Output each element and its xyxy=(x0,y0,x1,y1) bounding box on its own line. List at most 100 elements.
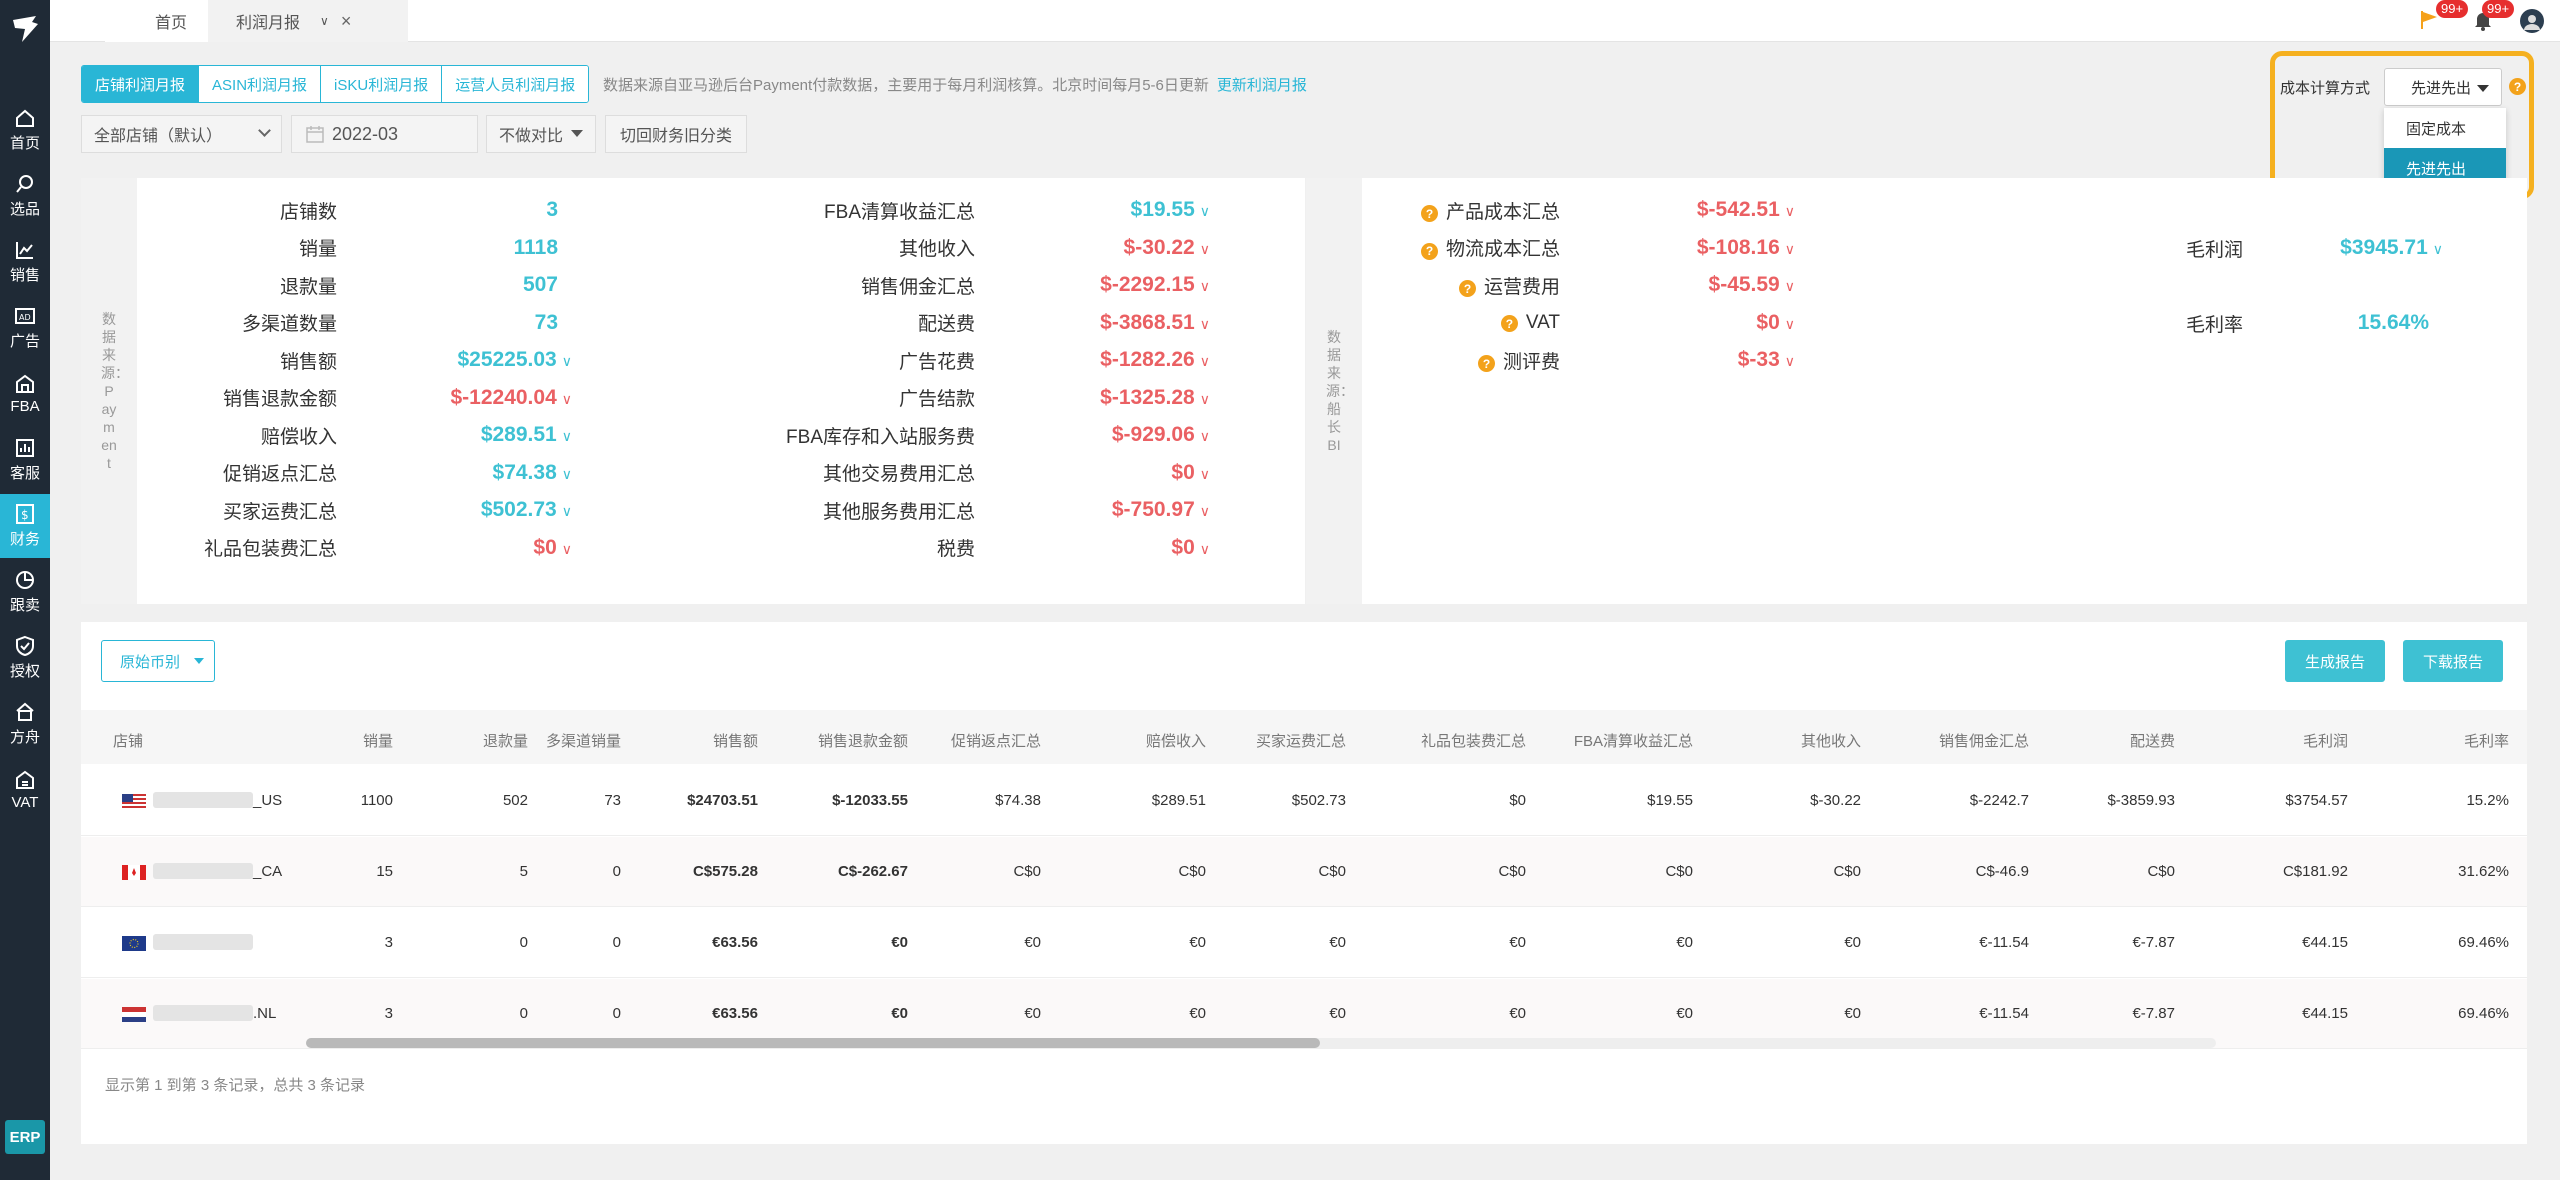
flag-nl-icon xyxy=(122,1007,146,1022)
table-cell: $289.51 xyxy=(1151,792,1206,809)
table-cell: 3 xyxy=(384,934,393,951)
shop-name-suffix: .NL xyxy=(253,1005,277,1022)
caret-down-icon xyxy=(2477,85,2489,92)
report-tab-2[interactable]: ASIN利润月报 xyxy=(199,66,322,102)
table-cell: €63.56 xyxy=(712,1005,758,1022)
generate-report-button[interactable]: 生成报告 xyxy=(2285,640,2385,682)
download-report-button[interactable]: 下载报告 xyxy=(2403,640,2503,682)
compare-select-value: 不做对比 xyxy=(499,128,564,145)
sidebar-item-vat[interactable]: VAT xyxy=(0,758,50,822)
option-fixed-cost[interactable]: 固定成本 xyxy=(2384,108,2506,148)
table-cell: $-30.22 xyxy=(1810,792,1861,809)
column-header[interactable]: 促销返点汇总 xyxy=(951,730,1041,751)
table-cell: $74.38 xyxy=(995,792,1041,809)
currency-select[interactable]: 原始币别 xyxy=(101,640,215,682)
update-report-link[interactable]: 更新利润月报 xyxy=(1217,77,1307,94)
erp-button[interactable]: ERP xyxy=(5,1120,45,1154)
month-picker[interactable]: 2022-03 xyxy=(291,115,478,153)
chevron-down-icon xyxy=(258,124,271,137)
close-icon[interactable]: × xyxy=(341,11,352,32)
chevron-down-icon[interactable]: ∨ xyxy=(1200,428,1210,444)
hint-text: 数据来源自亚马逊后台Payment付款数据，主要用于每月利润核算。北京时间每月5… xyxy=(603,77,1209,94)
month-value: 2022-03 xyxy=(332,123,399,144)
column-header[interactable]: 其他收入 xyxy=(1801,730,1861,751)
metric-value[interactable]: $-33 ∨ xyxy=(0,345,1795,375)
table-cell: €0 xyxy=(1189,1005,1206,1022)
table-cell: C$-262.67 xyxy=(837,863,908,880)
shield-icon xyxy=(16,635,34,657)
chevron-down-icon[interactable]: ∨ xyxy=(1200,503,1210,519)
sidebar-item-label: VAT xyxy=(11,794,39,811)
column-header[interactable]: 买家运费汇总 xyxy=(1256,730,1346,751)
table-cell: $19.55 xyxy=(1647,792,1693,809)
sidebar-item-ark[interactable]: 方舟 xyxy=(0,692,50,756)
chevron-down-icon[interactable]: ∨ xyxy=(1200,541,1210,557)
column-header[interactable]: 礼品包装费汇总 xyxy=(1421,730,1526,751)
column-header[interactable]: 店铺 xyxy=(113,730,143,751)
metric-value[interactable]: $0 ∨ xyxy=(0,458,1210,488)
reset-classification-button[interactable]: 切回财务旧分类 xyxy=(605,115,747,153)
avatar[interactable] xyxy=(2520,9,2544,33)
tab-profit-monthly[interactable]: 利润月报 ∨ × xyxy=(208,0,408,42)
chevron-down-icon[interactable]: ∨ xyxy=(320,14,329,28)
column-header[interactable]: 毛利润 xyxy=(2303,730,2348,751)
cost-method-select[interactable]: 先进先出 xyxy=(2384,68,2502,106)
sidebar-item-pie[interactable]: 跟卖 xyxy=(0,560,50,624)
help-icon[interactable]: ? xyxy=(2509,78,2526,95)
table-cell: C$-46.9 xyxy=(1975,863,2029,880)
metric-value[interactable]: $-750.97 ∨ xyxy=(0,495,1210,525)
metric-value[interactable]: $3945.71 ∨ xyxy=(0,233,2443,263)
shop-name-redacted xyxy=(153,863,253,879)
shop-name-redacted xyxy=(153,934,253,950)
vat-icon xyxy=(16,770,34,789)
table-row[interactable]: _US 1100 502 73 $24703.51 $-12033.55 $74.38 $28… xyxy=(81,766,2527,836)
table-cell: 0 xyxy=(612,1005,621,1022)
column-header[interactable]: 销售额 xyxy=(713,730,758,751)
chevron-down-icon[interactable]: ∨ xyxy=(2433,241,2443,257)
shop-name-redacted xyxy=(153,1005,253,1021)
shop-name-suffix: _CA xyxy=(253,863,283,880)
horizontal-scrollbar-thumb[interactable] xyxy=(306,1038,1320,1048)
chevron-down-icon[interactable]: ∨ xyxy=(1785,353,1795,369)
pie-icon xyxy=(16,571,34,589)
sidebar-item-shield[interactable]: 授权 xyxy=(0,626,50,690)
column-header[interactable]: 销售佣金汇总 xyxy=(1939,730,2029,751)
metric-value[interactable]: $-929.06 ∨ xyxy=(0,420,1210,450)
table-cell: 15 xyxy=(376,863,393,880)
report-tab-4[interactable]: 运营人员利润月报 xyxy=(442,66,589,102)
caret-down-icon xyxy=(571,130,583,137)
app-logo-icon[interactable] xyxy=(8,12,42,46)
sidebar-item-label: 首页 xyxy=(9,135,40,152)
column-header[interactable]: 毛利率 xyxy=(2464,730,2509,751)
column-header[interactable]: 多渠道销量 xyxy=(546,730,621,751)
table-cell: 31.62% xyxy=(2458,863,2509,880)
shop-select[interactable]: 全部店铺（默认） xyxy=(81,115,282,153)
column-header[interactable]: FBA清算收益汇总 xyxy=(1574,730,1693,751)
metric-value[interactable]: $0 ∨ xyxy=(0,533,1210,563)
table-cell: 0 xyxy=(519,1005,528,1022)
column-header[interactable]: 销量 xyxy=(363,730,393,751)
flag-eu-icon xyxy=(122,936,146,951)
column-header[interactable]: 销售退款金额 xyxy=(818,730,908,751)
table-cell: €0 xyxy=(1189,934,1206,951)
sidebar-item-home[interactable]: 首页 xyxy=(0,98,50,162)
chevron-down-icon[interactable]: ∨ xyxy=(1785,203,1795,219)
metric-value[interactable]: $-1325.28 ∨ xyxy=(0,383,1210,413)
table-row[interactable]: 3 0 0 €63.56 €0 €0 €0 €0 €0 €0 €0 €-11.54 €-7.87 €44.… xyxy=(81,908,2527,978)
report-tab-1[interactable]: 店铺利润月报 xyxy=(82,66,200,102)
compare-select[interactable]: 不做对比 xyxy=(486,115,596,153)
flag-badge: 99+ xyxy=(2436,0,2469,18)
metric-value[interactable]: $-542.51 ∨ xyxy=(0,195,1795,225)
column-header[interactable]: 退款量 xyxy=(483,730,528,751)
column-header[interactable]: 配送费 xyxy=(2130,730,2175,751)
metric-value-text: $0 ∨ xyxy=(1171,535,1210,559)
table-cell: €0 xyxy=(891,1005,908,1022)
flag-ca-icon xyxy=(122,865,146,880)
table-row[interactable]: _CA 15 5 0 C$575.28 C$-262.67 C$0 C$0 C$0 C$0 C$0 C… xyxy=(81,837,2527,907)
chevron-down-icon[interactable]: ∨ xyxy=(1200,391,1210,407)
metric-value[interactable]: $-45.59 ∨ xyxy=(0,270,1795,300)
chevron-down-icon[interactable]: ∨ xyxy=(1200,466,1210,482)
column-header[interactable]: 赔偿收入 xyxy=(1146,730,1206,751)
report-tab-3[interactable]: iSKU利润月报 xyxy=(321,66,443,102)
chevron-down-icon[interactable]: ∨ xyxy=(1785,278,1795,294)
